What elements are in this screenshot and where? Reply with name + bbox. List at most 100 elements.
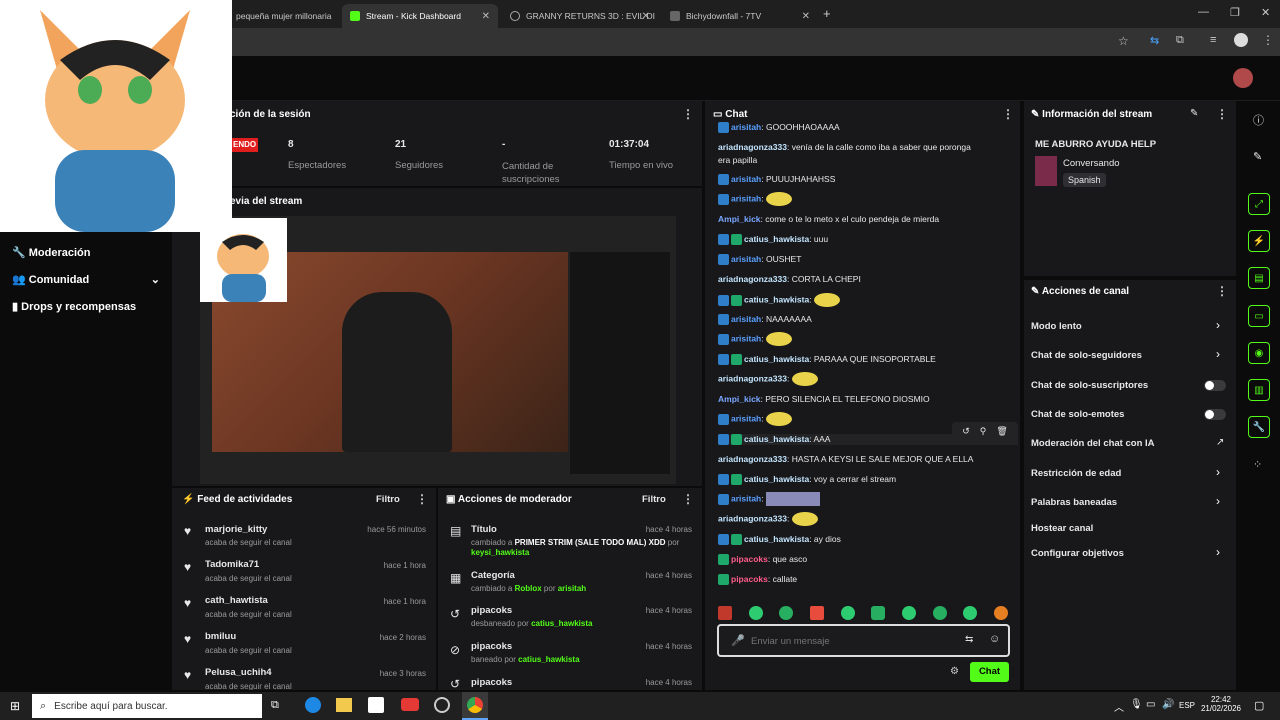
user-avatar[interactable] (1233, 68, 1253, 88)
network-icon[interactable]: ▭ (1146, 699, 1155, 710)
settings-gear-icon[interactable]: ⚙ (950, 666, 959, 677)
rail-button-chat[interactable]: ▭ (1248, 305, 1270, 327)
more-options-icon[interactable]: ⋮ (1216, 284, 1228, 298)
chat-username[interactable]: arisitah (731, 493, 761, 503)
external-link-icon[interactable]: ↗ (1216, 437, 1224, 448)
new-tab-icon[interactable]: + (823, 6, 831, 21)
more-options-icon[interactable]: ⋮ (1216, 107, 1228, 121)
more-options-icon[interactable]: ⋮ (682, 492, 694, 506)
tray-chevron-icon[interactable]: ︿ (1114, 699, 1124, 714)
chat-username[interactable]: arisitah (731, 333, 761, 343)
activity-user[interactable]: marjorie_kitty (205, 524, 267, 535)
emote-icon[interactable] (809, 606, 824, 620)
chat-input-box[interactable]: 🎤 ⇆ ☺ (717, 624, 1010, 657)
browser-tab-active[interactable]: Stream - Kick Dashboard ✕ (342, 4, 498, 28)
chat-username[interactable]: catius_hawkista (744, 534, 809, 544)
filter-button[interactable]: Filtro (642, 494, 666, 505)
chat-username[interactable]: ariadnagonza333 (718, 454, 787, 464)
chat-username[interactable]: ariadnagonza333 (718, 142, 787, 152)
chat-username[interactable]: arisitah (731, 254, 761, 264)
chat-username[interactable]: arisitah (731, 413, 761, 423)
emote-icon[interactable] (871, 606, 886, 620)
subscribers-only-toggle[interactable] (1204, 380, 1226, 391)
channel-action-age-restriction[interactable]: Restricción de edad (1031, 468, 1121, 479)
detail-user[interactable]: arisitah (558, 584, 586, 593)
more-options-icon[interactable]: ⋮ (1002, 107, 1014, 121)
emote-icon[interactable] (748, 606, 763, 620)
delete-icon[interactable]: 🗑 (996, 426, 1007, 437)
browser-tab[interactable]: GRANNY RETURNS 3D : EVIL DI ✕ (502, 4, 658, 28)
chat-username[interactable]: arisitah (731, 122, 761, 132)
taskbar-search[interactable]: ⌕ Escribe aquí para buscar. (32, 694, 262, 718)
chevron-right-icon[interactable]: › (1216, 318, 1220, 332)
pencil-icon[interactable]: ✎ (1253, 150, 1262, 163)
store-icon[interactable] (368, 697, 384, 713)
microphone-icon[interactable]: 🎤 (731, 634, 745, 647)
sidebar-item-drops[interactable]: ▮ Drops y recompensas (12, 300, 136, 313)
send-chat-button[interactable]: Chat (970, 662, 1009, 682)
apps-icon[interactable]: ⁘ (1253, 458, 1262, 471)
close-window-icon[interactable]: ✕ (1261, 6, 1270, 19)
sidebar-item-community[interactable]: 👥 Comunidad ⌄ (12, 273, 160, 286)
reply-icon[interactable]: ↺ (962, 426, 970, 437)
emote-icon[interactable] (963, 606, 978, 620)
activity-user[interactable]: Tadomika71 (205, 559, 259, 570)
edge-icon[interactable] (305, 697, 321, 713)
emote-icon[interactable] (901, 606, 916, 620)
activity-user[interactable]: Pelusa_uchih4 (205, 667, 272, 678)
mic-tray-icon[interactable]: 🎙 (1130, 699, 1143, 710)
emote-icon[interactable] (840, 606, 855, 620)
emotes-only-toggle[interactable] (1204, 409, 1226, 420)
star-icon[interactable]: ☆ (1118, 34, 1129, 48)
chat-username[interactable]: arisitah (731, 314, 761, 324)
close-tab-icon[interactable]: ✕ (642, 11, 650, 22)
detail-user[interactable]: catius_hawkista (518, 655, 579, 664)
category-name[interactable]: Conversando (1063, 158, 1120, 169)
rail-button-notes[interactable]: ▤ (1248, 267, 1270, 289)
activity-user[interactable]: cath_hawtista (205, 595, 268, 606)
activity-user[interactable]: bmiluu (205, 631, 236, 642)
chrome-taskbar-button[interactable] (462, 692, 488, 720)
chat-username[interactable]: ariadnagonza333 (718, 373, 787, 383)
chat-username[interactable]: catius_hawkista (744, 294, 809, 304)
rail-button-expand[interactable]: ⤢ (1248, 193, 1270, 215)
channel-action-banned-words[interactable]: Palabras baneadas (1031, 497, 1117, 508)
translate-icon[interactable]: ⇆ (1150, 34, 1159, 47)
close-tab-icon[interactable]: ✕ (482, 11, 490, 22)
chevron-right-icon[interactable]: › (1216, 494, 1220, 508)
chevron-right-icon[interactable]: › (1216, 347, 1220, 361)
filter-button[interactable]: Filtro (376, 494, 400, 505)
language-indicator[interactable]: ESP (1179, 701, 1195, 710)
info-icon[interactable]: ⓘ (1253, 112, 1264, 128)
chat-username[interactable]: arisitah (731, 174, 761, 184)
menu-icon[interactable]: ⋮ (1262, 33, 1274, 47)
close-tab-icon[interactable]: ✕ (802, 11, 810, 22)
youtube-icon[interactable] (401, 698, 419, 711)
chat-input[interactable] (751, 632, 951, 650)
detail-user[interactable]: catius_hawkista (531, 619, 592, 628)
channel-action-followers-only[interactable]: Chat de solo-seguidores (1031, 350, 1142, 361)
channel-action-goals[interactable]: Configurar objetivos (1031, 548, 1124, 559)
chat-username[interactable]: arisitah (731, 193, 761, 203)
maximize-icon[interactable]: ❐ (1230, 6, 1240, 19)
file-explorer-icon[interactable] (336, 698, 352, 712)
profile-avatar[interactable] (1234, 33, 1248, 47)
reading-list-icon[interactable]: ≡ (1210, 34, 1216, 46)
notifications-icon[interactable]: ▢ (1254, 699, 1264, 712)
minimize-icon[interactable]: — (1198, 6, 1209, 18)
chat-username[interactable]: catius_hawkista (744, 434, 809, 444)
channel-action-host[interactable]: Hostear canal (1031, 523, 1093, 534)
emote-icon[interactable] (718, 606, 732, 620)
task-view-icon[interactable]: ⧉ (271, 699, 279, 712)
rail-button-layout[interactable]: ▥ (1248, 379, 1270, 401)
more-options-icon[interactable]: ⋮ (416, 492, 428, 506)
sidebar-item-moderation[interactable]: 🔧 Moderación (12, 246, 91, 259)
translate-icon[interactable]: ⇆ (965, 634, 973, 645)
chat-username[interactable]: catius_hawkista (744, 474, 809, 484)
emote-icon[interactable] (932, 606, 947, 620)
chat-username[interactable]: pipacoks (731, 574, 768, 584)
browser-tab[interactable]: pequeña mujer millonaria (228, 4, 340, 28)
chat-username[interactable]: Ampi_kick (718, 214, 761, 224)
chat-username[interactable]: pipacoks (731, 554, 768, 564)
browser-tab[interactable]: Bichydownfall - 7TV ✕ (662, 4, 818, 28)
